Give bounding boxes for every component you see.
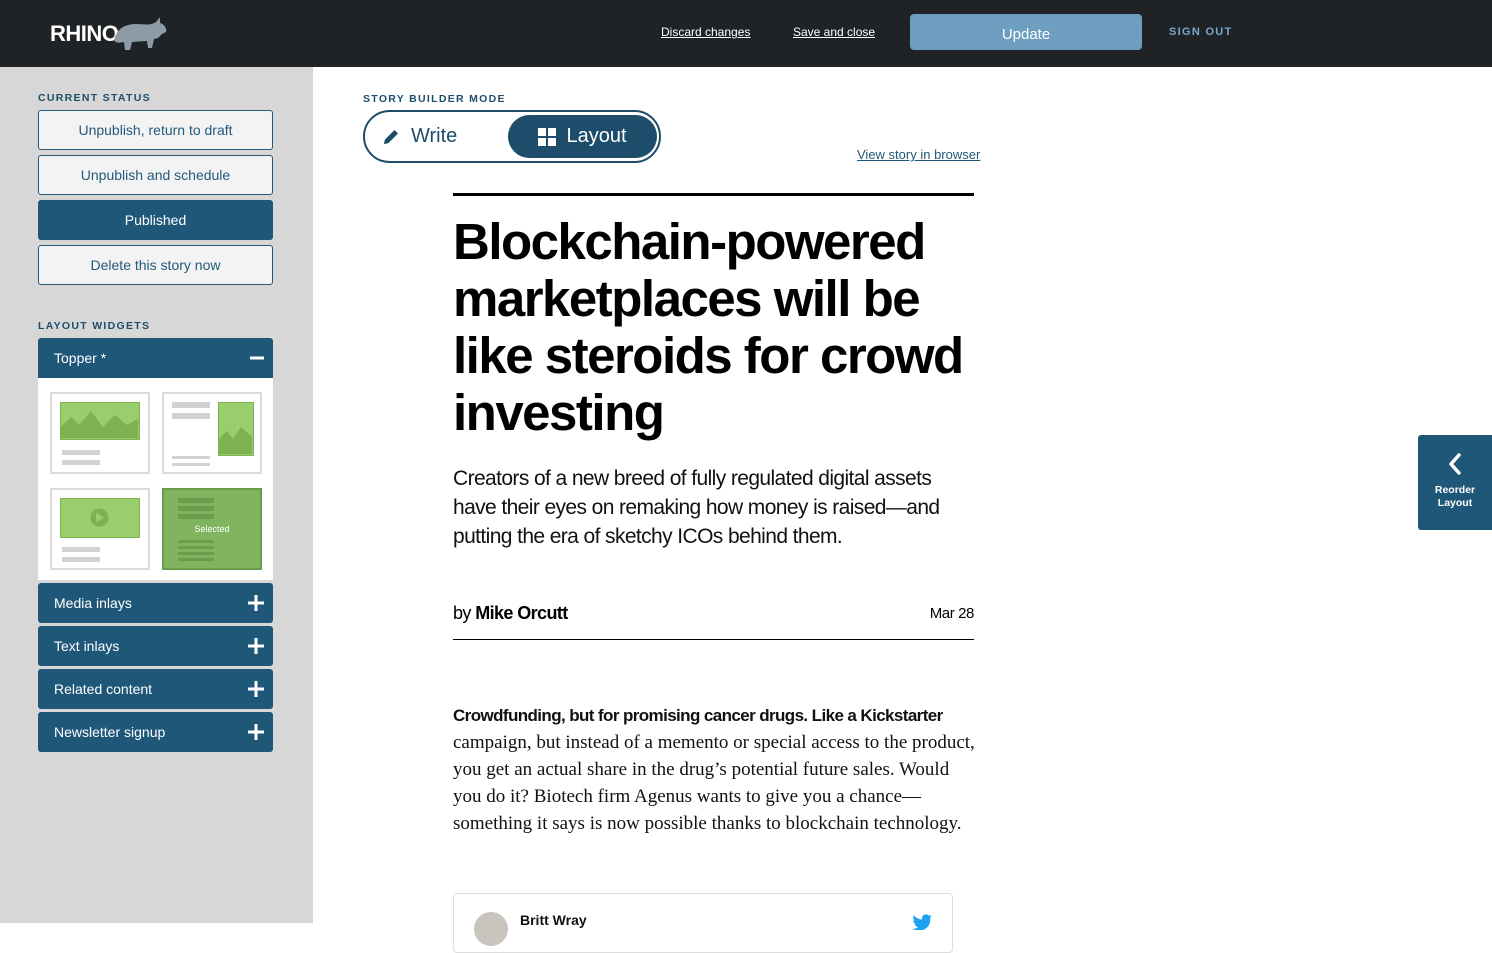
newsletter-signup-header[interactable]: Newsletter signup [38, 712, 273, 752]
delete-story-button[interactable]: Delete this story now [38, 245, 273, 285]
headline-rule [453, 193, 974, 196]
text-inlays-label: Text inlays [54, 638, 120, 654]
embedded-tweet[interactable]: Britt Wray [453, 893, 953, 953]
article-headline: Blockchain-powered marketplaces will be … [453, 213, 964, 441]
newsletter-signup-label: Newsletter signup [54, 724, 166, 740]
topper-option-text-selected[interactable]: Selected [162, 488, 262, 570]
layout-widgets-title: LAYOUT WIDGETS [38, 320, 151, 332]
published-status-button[interactable]: Published [38, 200, 273, 240]
text-line [178, 552, 214, 555]
twitter-bird-icon [912, 914, 932, 930]
media-inlays-label: Media inlays [54, 595, 132, 611]
write-label: Write [411, 125, 458, 147]
grid-icon [538, 127, 557, 146]
plus-icon[interactable] [247, 723, 265, 741]
text-line [62, 557, 100, 562]
related-content-header[interactable]: Related content [38, 669, 273, 709]
story-builder-mode-title: STORY BUILDER MODE [363, 93, 506, 105]
video-placeholder-icon [60, 498, 140, 538]
mode-toggle: Write Layout [363, 110, 661, 163]
body-lead: Crowdfunding, but for promising cancer d… [453, 706, 943, 725]
text-line [172, 413, 210, 419]
plus-icon[interactable] [247, 637, 265, 655]
unpublish-schedule-button[interactable]: Unpublish and schedule [38, 155, 273, 195]
image-placeholder-icon [218, 402, 254, 456]
topper-option-side-image[interactable] [162, 392, 262, 474]
plus-icon[interactable] [247, 680, 265, 698]
plus-icon[interactable] [247, 594, 265, 612]
discard-changes-link[interactable]: Discard changes [661, 25, 750, 39]
text-line [172, 456, 210, 459]
text-line [172, 463, 210, 466]
update-button[interactable]: Update [910, 14, 1142, 50]
text-line [62, 450, 100, 455]
byline: by Mike Orcutt [453, 603, 568, 624]
topper-accordion-header[interactable]: Topper * [38, 338, 273, 378]
related-content-label: Related content [54, 681, 153, 697]
view-in-browser-link[interactable]: View story in browser [857, 147, 980, 162]
text-line [178, 506, 214, 511]
tweet-author: Britt Wray [520, 912, 587, 928]
text-line [172, 402, 210, 408]
selected-label: Selected [194, 524, 230, 534]
topper-options-panel: Selected [38, 378, 273, 580]
topper-option-video[interactable] [50, 488, 150, 570]
pencil-icon [384, 129, 398, 144]
text-line [62, 547, 100, 552]
author-name: Mike Orcutt [475, 603, 568, 623]
save-and-close-link[interactable]: Save and close [793, 25, 875, 39]
reorder-layout-button[interactable]: Reorder Layout [1418, 435, 1492, 530]
article-dek: Creators of a new breed of fully regulat… [453, 467, 940, 548]
layout-mode-button[interactable]: Layout [508, 115, 657, 158]
top-bar: RHINO Discard changes Save and close Upd… [0, 0, 1492, 67]
reorder-layout-text: Reorder Layout [1434, 484, 1476, 509]
unpublish-draft-button[interactable]: Unpublish, return to draft [38, 110, 273, 150]
current-status-title: CURRENT STATUS [38, 92, 151, 104]
rhino-icon [114, 17, 167, 50]
image-placeholder-icon [60, 402, 140, 440]
layout-label: Layout [566, 125, 627, 147]
article-body: Crowdfunding, but for promising cancer d… [453, 702, 978, 837]
avatar [474, 912, 508, 946]
minus-icon[interactable] [249, 350, 265, 366]
write-mode-button[interactable]: Write [381, 112, 457, 161]
logo-text: RHINO [50, 21, 119, 46]
text-line [62, 460, 100, 465]
text-line [178, 514, 214, 519]
reorder-layout-label: Reorder Layout [1418, 484, 1492, 510]
text-line [178, 558, 214, 561]
topper-option-wide-image[interactable] [50, 392, 150, 474]
chevron-left-icon [1418, 453, 1492, 480]
byline-rule [453, 639, 974, 640]
topper-label: Topper * [54, 350, 107, 366]
text-inlays-header[interactable]: Text inlays [38, 626, 273, 666]
text-line [178, 546, 214, 549]
publish-date: Mar 28 [929, 605, 975, 622]
byline-prefix: by [453, 603, 471, 623]
sign-out-link[interactable]: SIGN OUT [1169, 26, 1233, 38]
text-line [178, 540, 214, 543]
media-inlays-header[interactable]: Media inlays [38, 583, 273, 623]
rhino-logo[interactable]: RHINO [50, 14, 168, 54]
body-rest: campaign, but instead of a memento or sp… [453, 732, 975, 834]
text-line [178, 498, 214, 503]
